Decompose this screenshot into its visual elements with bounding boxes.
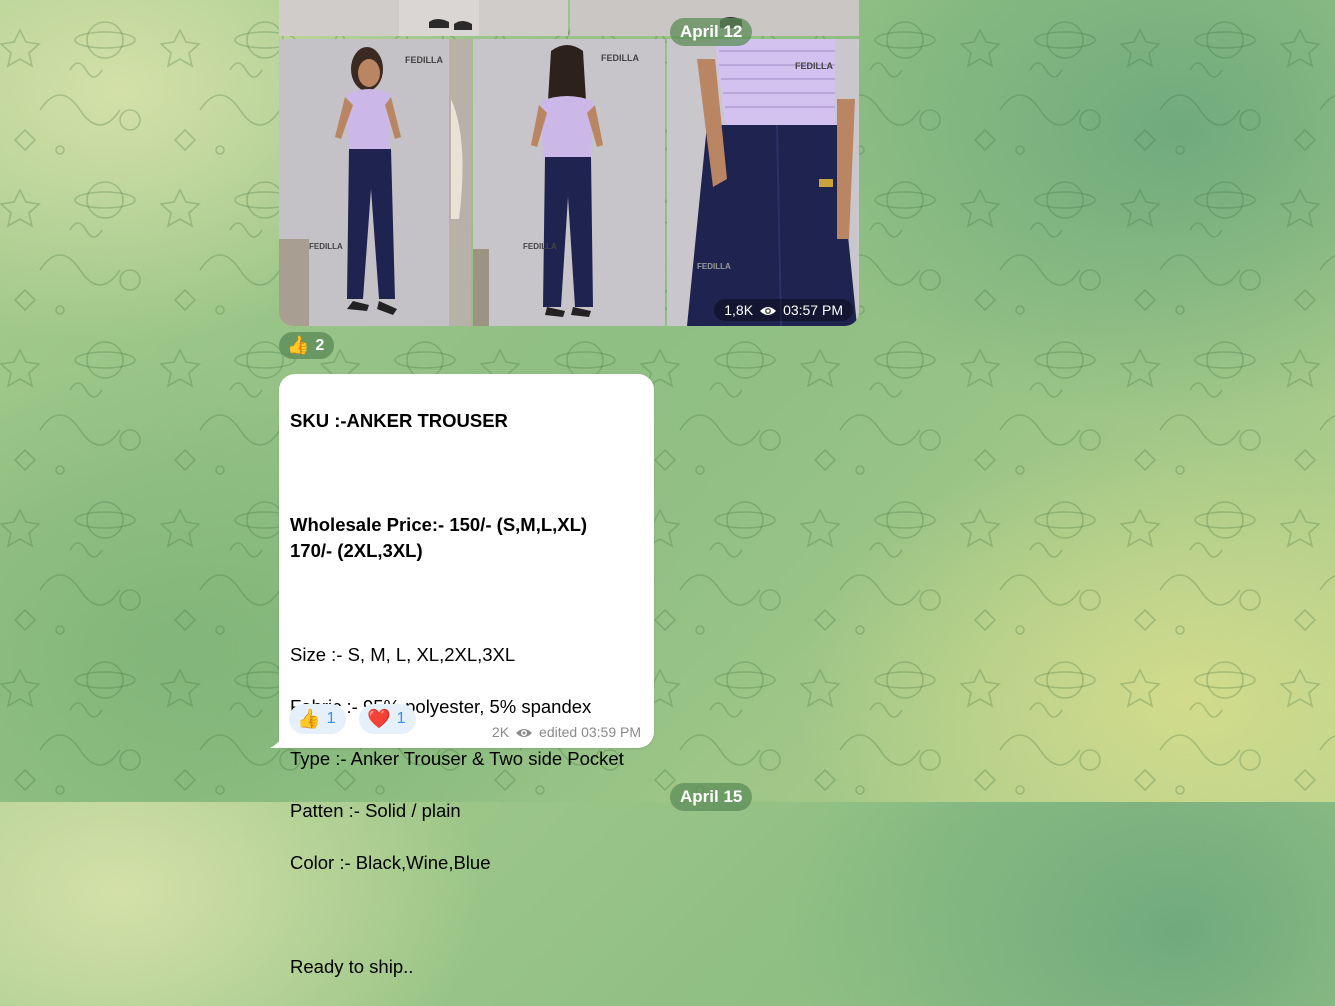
color-line: Color :- Black,Wine,Blue — [290, 852, 491, 873]
views-eye-icon — [759, 304, 777, 316]
ready-line: Ready to ship.. — [290, 956, 414, 977]
album-time: 03:57 PM — [783, 302, 843, 318]
date-separator: April 15 — [670, 783, 753, 811]
album-photo-back[interactable]: FEDILLA FEDILLA — [473, 39, 665, 326]
thumbs-up-icon: 👍 — [287, 335, 310, 355]
album-meta: 1,8K 03:57 PM — [714, 299, 853, 321]
views-eye-icon — [515, 726, 533, 738]
message-text: SKU :-ANKER TROUSER Wholesale Price:- 15… — [290, 382, 650, 1006]
reaction-count: 1 — [396, 710, 406, 727]
size-line: Size :- S, M, L, XL,2XL,3XL — [290, 644, 516, 665]
brand-watermark: FEDILLA — [405, 55, 443, 65]
brand-watermark: FEDILLA — [309, 242, 343, 251]
brand-watermark: FEDILLA — [523, 242, 557, 251]
album-reaction-count: 2 — [315, 336, 325, 354]
reaction-count: 1 — [326, 710, 336, 727]
date-separator: April 12 — [670, 18, 753, 46]
thumbs-up-icon: 👍 — [297, 709, 321, 730]
sku-line: SKU :-ANKER TROUSER — [290, 410, 508, 431]
brand-watermark: FEDILLA — [601, 53, 639, 63]
album-views: 1,8K — [724, 302, 754, 318]
reaction-thumbs-up[interactable]: 👍 1 — [289, 704, 346, 734]
message-bubble[interactable]: SKU :-ANKER TROUSER Wholesale Price:- 15… — [279, 374, 654, 977]
message-time: edited 03:59 PM — [539, 724, 641, 740]
brand-watermark: FEDILLA — [795, 61, 833, 71]
album-photo-closeup[interactable]: FEDILLA FEDILLA — [667, 39, 859, 326]
message-views: 2K — [491, 724, 510, 740]
message-meta: 2K edited 03:59 PM — [492, 724, 641, 740]
album-photo-front[interactable]: FEDILLA FEDILLA — [279, 39, 471, 326]
type-line: Type :- Anker Trouser & Two side Pocket — [290, 748, 624, 769]
reaction-heart[interactable]: ❤️ 1 — [359, 704, 416, 734]
album-photo-1[interactable] — [279, 0, 568, 36]
album-reaction[interactable]: 👍 2 — [279, 332, 335, 359]
heart-icon: ❤️ — [367, 709, 391, 730]
wholesale-price: Wholesale Price:- 150/- (S,M,L,XL) 170/-… — [290, 514, 588, 561]
photo-album[interactable]: FEDILLA FEDILLA FEDILLA FEDILLA FEDILLA … — [279, 0, 859, 326]
brand-watermark: FEDILLA — [697, 262, 731, 271]
